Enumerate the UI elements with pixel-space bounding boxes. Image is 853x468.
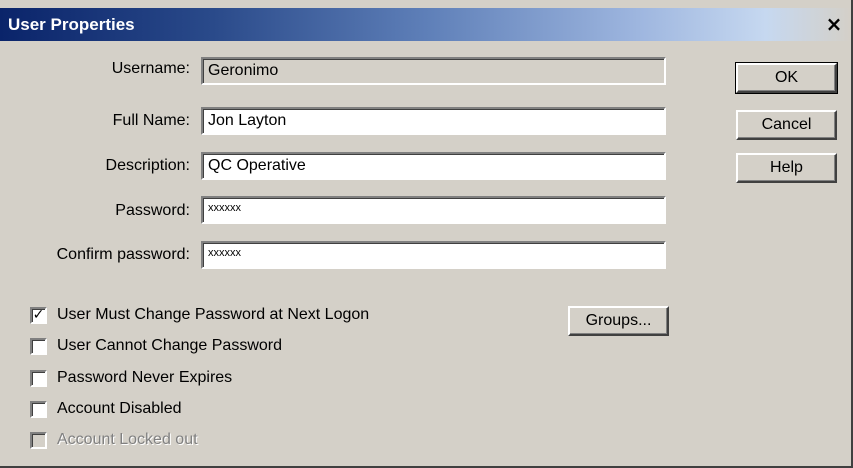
- confirm-password-label: Confirm password:: [56, 246, 190, 263]
- user-properties-dialog: User Properties × Username: Geronimo Ful…: [0, 0, 853, 468]
- checkbox-label: Password Never Expires: [57, 369, 233, 386]
- cancel-button[interactable]: Cancel: [736, 110, 837, 140]
- window-title: User Properties: [8, 15, 135, 34]
- help-button[interactable]: Help: [736, 153, 837, 183]
- checkbox-label: Account Disabled: [57, 400, 182, 417]
- checkbox-unchecked-icon[interactable]: [30, 338, 47, 355]
- checkbox-label: User Cannot Change Password: [57, 337, 283, 354]
- checkbox-disabled-icon: [30, 432, 47, 449]
- checkbox-label: Account Locked out: [57, 431, 198, 448]
- password-label: Password:: [115, 202, 190, 219]
- full-name-label: Full Name:: [112, 112, 190, 129]
- ok-button[interactable]: OK: [735, 62, 838, 94]
- username-label: Username:: [111, 60, 190, 77]
- description-label: Description:: [105, 157, 190, 174]
- close-button[interactable]: ×: [823, 13, 845, 35]
- confirm-password-field[interactable]: xxxxxx: [201, 241, 666, 269]
- checkbox-unchecked-icon[interactable]: [30, 370, 47, 387]
- description-field[interactable]: QC Operative: [201, 152, 666, 180]
- password-field[interactable]: xxxxxx: [201, 196, 666, 224]
- checkbox-unchecked-icon[interactable]: [30, 401, 47, 418]
- full-name-field[interactable]: Jon Layton: [201, 107, 666, 135]
- close-icon: ×: [825, 12, 843, 36]
- checkbox-checked-icon[interactable]: ✓: [30, 307, 47, 324]
- title-bar: User Properties ×: [0, 8, 851, 41]
- username-field: Geronimo: [201, 57, 666, 85]
- checkbox-label: User Must Change Password at Next Logon: [57, 306, 370, 323]
- groups-button[interactable]: Groups...: [568, 306, 669, 336]
